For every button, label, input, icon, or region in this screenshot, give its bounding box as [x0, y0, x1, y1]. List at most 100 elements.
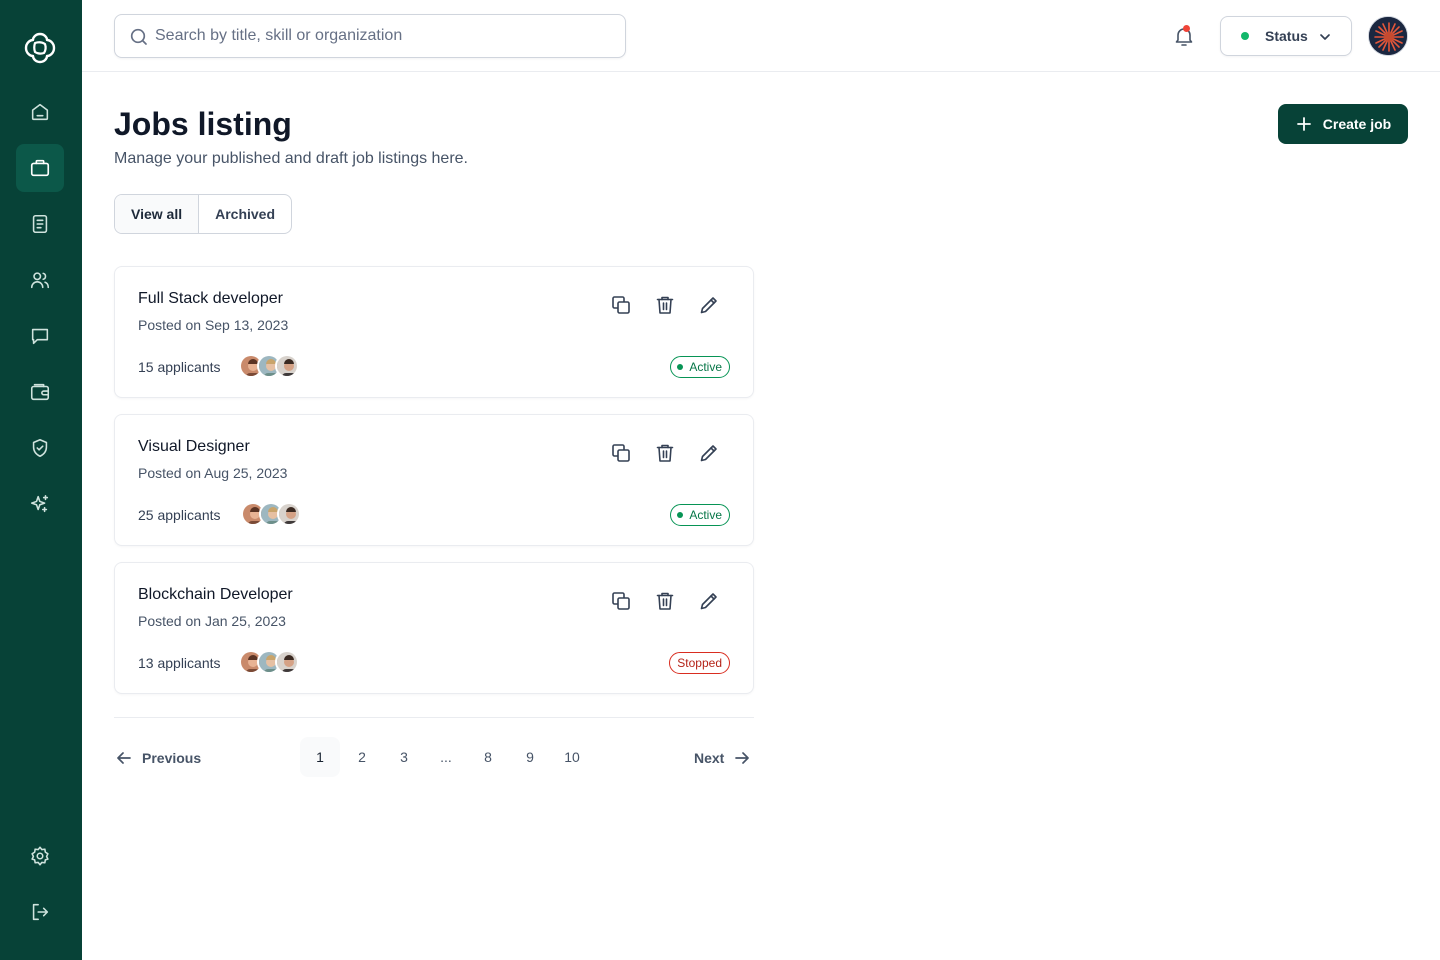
trash-icon [656, 444, 674, 462]
job-card[interactable]: Visual Designer Posted on Aug 25, 2023 2… [114, 414, 754, 546]
applicant-avatars[interactable] [239, 354, 299, 378]
job-posted-date: Posted on Sep 13, 2023 [138, 317, 289, 333]
plus-icon [1296, 117, 1311, 131]
top-bar: Status [82, 0, 1440, 72]
sidebar-item-ai[interactable] [16, 480, 64, 528]
delete-button[interactable] [654, 590, 678, 614]
shield-check-icon [32, 438, 48, 458]
duplicate-button[interactable] [610, 442, 634, 466]
edit-button[interactable] [698, 442, 722, 466]
search-input[interactable] [155, 15, 615, 57]
logo-icon[interactable] [23, 31, 57, 65]
job-card[interactable]: Full Stack developer Posted on Sep 13, 2… [114, 266, 754, 398]
user-avatar[interactable] [1368, 16, 1408, 56]
job-posted-date: Posted on Aug 25, 2023 [138, 465, 288, 481]
status-badge-label: Active [689, 360, 722, 374]
edit-button[interactable] [698, 590, 722, 614]
sidebar-item-users[interactable] [16, 256, 64, 304]
applicant-avatar [275, 354, 299, 378]
duplicate-button[interactable] [610, 590, 634, 614]
page-number[interactable]: 9 [510, 737, 550, 777]
create-job-label: Create job [1322, 116, 1392, 132]
trash-icon [656, 296, 674, 314]
page-number[interactable]: 10 [552, 737, 592, 777]
document-icon [32, 214, 48, 234]
previous-label: Previous [142, 750, 202, 766]
sidebar-item-settings[interactable] [16, 832, 64, 880]
delete-button[interactable] [654, 442, 678, 466]
job-posted-date: Posted on Jan 25, 2023 [138, 613, 286, 629]
message-icon [31, 328, 49, 345]
status-badge: Stopped [669, 652, 730, 674]
copy-icon [612, 592, 630, 610]
delete-button[interactable] [654, 294, 678, 318]
status-badge-label: Stopped [677, 656, 722, 670]
search-icon [130, 28, 147, 45]
job-applicants: 15 applicants [138, 359, 221, 375]
job-applicants: 13 applicants [138, 655, 221, 671]
status-dropdown[interactable]: Status [1220, 16, 1352, 56]
next-page-button[interactable]: Next [694, 744, 752, 772]
next-label: Next [694, 750, 725, 766]
job-title: Blockchain Developer [138, 586, 293, 603]
job-applicants: 25 applicants [138, 507, 221, 523]
status-badge: Active [670, 356, 730, 378]
job-card[interactable]: Blockchain Developer Posted on Jan 25, 2… [114, 562, 754, 694]
arrow-left-icon [117, 752, 131, 764]
sidebar-item-home[interactable] [16, 88, 64, 136]
previous-page-button[interactable]: Previous [114, 744, 201, 772]
copy-icon [612, 444, 630, 462]
page-ellipsis: ... [440, 749, 452, 765]
pagination-divider [114, 717, 754, 718]
trash-icon [656, 592, 674, 610]
sidebar [0, 0, 82, 960]
copy-icon [612, 296, 630, 314]
briefcase-icon [30, 159, 50, 177]
tab-group: View all Archived [114, 194, 293, 234]
page-numbers: 1 2 3 ... 8 9 10 [300, 737, 594, 777]
users-icon [30, 272, 50, 289]
applicant-avatars[interactable] [241, 502, 301, 526]
pencil-icon [700, 297, 717, 314]
status-badge-dot [677, 364, 684, 370]
chevron-down-icon [1320, 34, 1330, 40]
sidebar-item-messages[interactable] [16, 312, 64, 360]
sparkles-icon [30, 494, 49, 513]
tab-view-all[interactable]: View all [115, 195, 200, 233]
pencil-icon [700, 593, 717, 610]
page-number[interactable]: 8 [468, 737, 508, 777]
tab-archived[interactable]: Archived [199, 195, 291, 233]
home-icon [31, 103, 49, 121]
page-title: Jobs listing [114, 106, 292, 142]
create-job-button[interactable]: Create job [1278, 104, 1408, 144]
logout-icon [32, 903, 49, 921]
job-title: Full Stack developer [138, 290, 283, 307]
status-badge-dot [677, 512, 684, 518]
status-badge: Active [670, 504, 730, 526]
page-number[interactable]: 1 [300, 737, 340, 777]
sidebar-item-wallet[interactable] [16, 368, 64, 416]
applicant-avatar [275, 650, 299, 674]
job-title: Visual Designer [138, 438, 250, 455]
avatar-image [1369, 17, 1407, 55]
page-number[interactable]: 2 [342, 737, 382, 777]
sidebar-item-documents[interactable] [16, 200, 64, 248]
applicant-avatars[interactable] [239, 650, 299, 674]
arrow-right-icon [735, 752, 750, 764]
page-number[interactable]: 3 [384, 737, 424, 777]
search-box[interactable] [114, 14, 626, 58]
sidebar-item-security[interactable] [16, 424, 64, 472]
pencil-icon [700, 445, 717, 462]
page-subtitle: Manage your published and draft job list… [114, 150, 468, 167]
sidebar-item-jobs[interactable] [16, 144, 64, 192]
status-badge-label: Active [689, 508, 722, 522]
status-label: Status [1265, 28, 1308, 44]
sidebar-item-logout[interactable] [16, 888, 64, 936]
status-dot [1241, 32, 1249, 40]
duplicate-button[interactable] [610, 294, 634, 318]
applicant-avatar [277, 502, 301, 526]
notification-dot [1183, 25, 1190, 32]
edit-button[interactable] [698, 294, 722, 318]
gear-icon [31, 846, 49, 866]
wallet-icon [30, 383, 50, 401]
